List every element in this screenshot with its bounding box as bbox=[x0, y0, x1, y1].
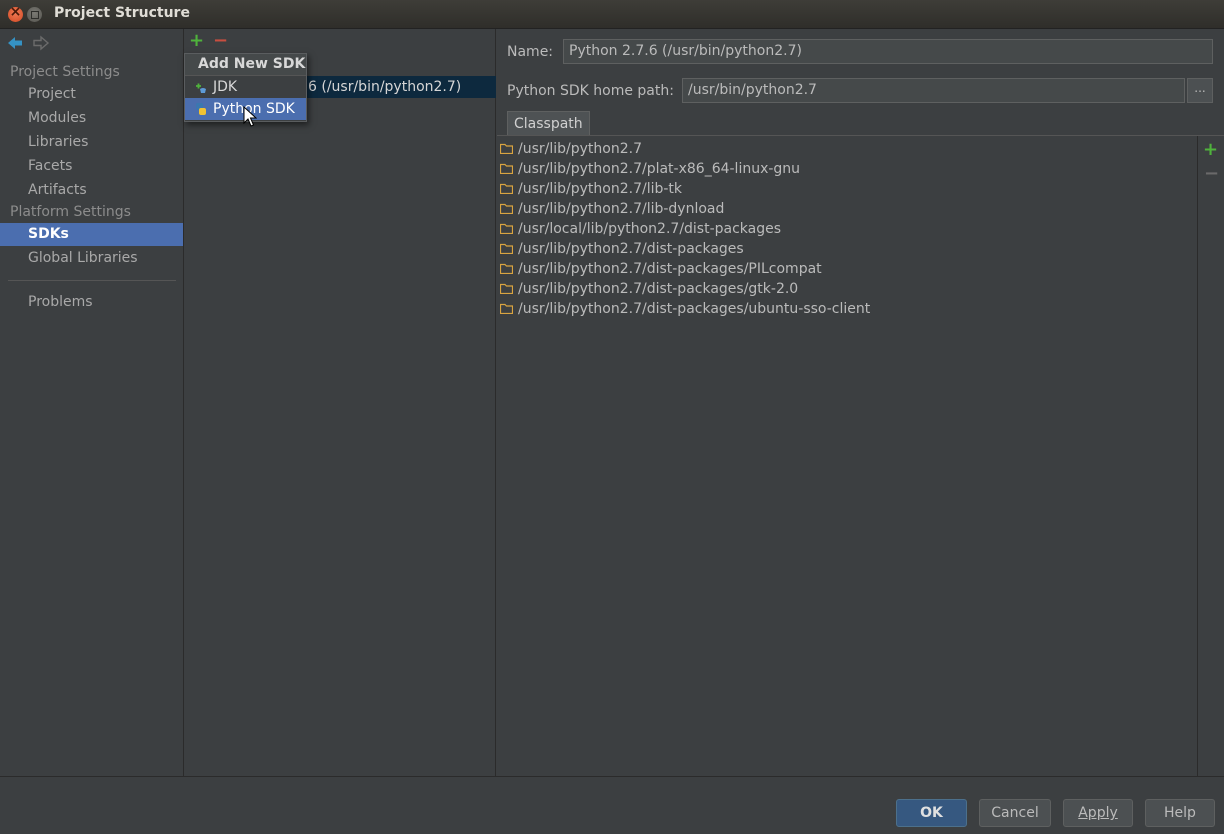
window-title: Project Structure bbox=[54, 5, 190, 21]
add-sdk-button[interactable]: + bbox=[189, 31, 204, 51]
folder-icon bbox=[500, 163, 513, 174]
classpath-path: /usr/local/lib/python2.7/dist-packages bbox=[518, 221, 782, 237]
sdk-list-panel: + − 6 (/usr/bin/python2.7) bbox=[185, 29, 496, 776]
project-settings-header: Project Settings bbox=[10, 64, 120, 80]
sdk-details-panel: Name: Python 2.7.6 (/usr/bin/python2.7) … bbox=[497, 29, 1224, 776]
sidebar-item-libraries[interactable]: Libraries bbox=[0, 131, 183, 154]
cancel-button[interactable]: Cancel bbox=[979, 799, 1051, 827]
close-window-button[interactable] bbox=[8, 4, 23, 22]
back-arrow-icon[interactable] bbox=[6, 34, 24, 52]
classpath-path: /usr/lib/python2.7/lib-dynload bbox=[518, 201, 725, 217]
sidebar-divider bbox=[8, 280, 176, 281]
sidebar-item-project[interactable]: Project bbox=[0, 83, 183, 106]
sdk-home-path-field[interactable]: /usr/bin/python2.7 bbox=[682, 78, 1185, 103]
remove-classpath-button[interactable]: − bbox=[1204, 164, 1219, 184]
classpath-path: /usr/lib/python2.7 bbox=[518, 141, 642, 157]
forward-arrow-icon[interactable] bbox=[32, 34, 50, 52]
classpath-path: /usr/lib/python2.7/dist-packages/gtk-2.0 bbox=[518, 281, 799, 297]
sidebar-item-problems[interactable]: Problems bbox=[0, 291, 183, 314]
folder-icon bbox=[500, 243, 513, 254]
classpath-list: /usr/lib/python2.7/usr/lib/python2.7/pla… bbox=[497, 139, 1197, 776]
classpath-row[interactable]: /usr/lib/python2.7/lib-tk bbox=[497, 179, 1197, 199]
mouse-cursor-icon bbox=[243, 106, 257, 127]
sidebar-item-artifacts[interactable]: Artifacts bbox=[0, 179, 183, 202]
classpath-path: /usr/lib/python2.7/lib-tk bbox=[518, 181, 683, 197]
help-button[interactable]: Help bbox=[1145, 799, 1215, 827]
classpath-row[interactable]: /usr/lib/python2.7/dist-packages/PILcomp… bbox=[497, 259, 1197, 279]
classpath-row[interactable]: /usr/lib/python2.7/lib-dynload bbox=[497, 199, 1197, 219]
browse-button[interactable]: ... bbox=[1187, 78, 1213, 103]
classpath-row[interactable]: /usr/local/lib/python2.7/dist-packages bbox=[497, 219, 1197, 239]
restore-window-button[interactable] bbox=[27, 7, 42, 22]
popup-item-jdk[interactable]: JDK bbox=[185, 76, 306, 98]
add-classpath-button[interactable]: + bbox=[1203, 140, 1218, 160]
folder-icon bbox=[500, 283, 513, 294]
tab-classpath[interactable]: Classpath bbox=[507, 111, 590, 136]
folder-icon bbox=[500, 143, 513, 154]
sidebar-item-facets[interactable]: Facets bbox=[0, 155, 183, 178]
platform-settings-header: Platform Settings bbox=[10, 204, 131, 220]
folder-icon bbox=[500, 303, 513, 314]
classpath-path: /usr/lib/python2.7/dist-packages/PILcomp… bbox=[518, 261, 822, 277]
python-icon bbox=[196, 103, 206, 115]
ok-button[interactable]: OK bbox=[896, 799, 967, 827]
apply-button[interactable]: Apply bbox=[1063, 799, 1133, 827]
name-label: Name: bbox=[507, 44, 554, 60]
classpath-row[interactable]: /usr/lib/python2.7/dist-packages/ubuntu-… bbox=[497, 299, 1197, 319]
title-bar: Project Structure bbox=[0, 0, 1224, 29]
folder-icon bbox=[500, 263, 513, 274]
classpath-row[interactable]: /usr/lib/python2.7 bbox=[497, 139, 1197, 159]
remove-sdk-button[interactable]: − bbox=[213, 31, 228, 51]
classpath-path: /usr/lib/python2.7/dist-packages/ubuntu-… bbox=[518, 301, 871, 317]
classpath-path: /usr/lib/python2.7/dist-packages bbox=[518, 241, 744, 257]
jdk-icon bbox=[196, 83, 206, 93]
dialog-button-bar: OK Cancel Apply Help bbox=[0, 776, 1224, 834]
home-path-label: Python SDK home path: bbox=[507, 83, 674, 99]
folder-icon bbox=[500, 223, 513, 234]
tab-divider bbox=[497, 135, 1224, 136]
settings-sidebar: Project Settings Project Modules Librari… bbox=[0, 29, 184, 776]
folder-icon bbox=[500, 203, 513, 214]
classpath-row[interactable]: /usr/lib/python2.7/dist-packages bbox=[497, 239, 1197, 259]
classpath-toolbar: + − bbox=[1197, 136, 1224, 776]
sdk-name-field[interactable]: Python 2.7.6 (/usr/bin/python2.7) bbox=[563, 39, 1213, 64]
classpath-row[interactable]: /usr/lib/python2.7/dist-packages/gtk-2.0 bbox=[497, 279, 1197, 299]
classpath-row[interactable]: /usr/lib/python2.7/plat-x86_64-linux-gnu bbox=[497, 159, 1197, 179]
sidebar-item-sdks[interactable]: SDKs bbox=[0, 223, 183, 246]
popup-item-jdk-label: JDK bbox=[213, 79, 238, 95]
popup-title: Add New SDK bbox=[185, 54, 306, 76]
folder-icon bbox=[500, 183, 513, 194]
classpath-path: /usr/lib/python2.7/plat-x86_64-linux-gnu bbox=[518, 161, 801, 177]
sidebar-item-global-libraries[interactable]: Global Libraries bbox=[0, 247, 183, 270]
sidebar-item-modules[interactable]: Modules bbox=[0, 107, 183, 130]
